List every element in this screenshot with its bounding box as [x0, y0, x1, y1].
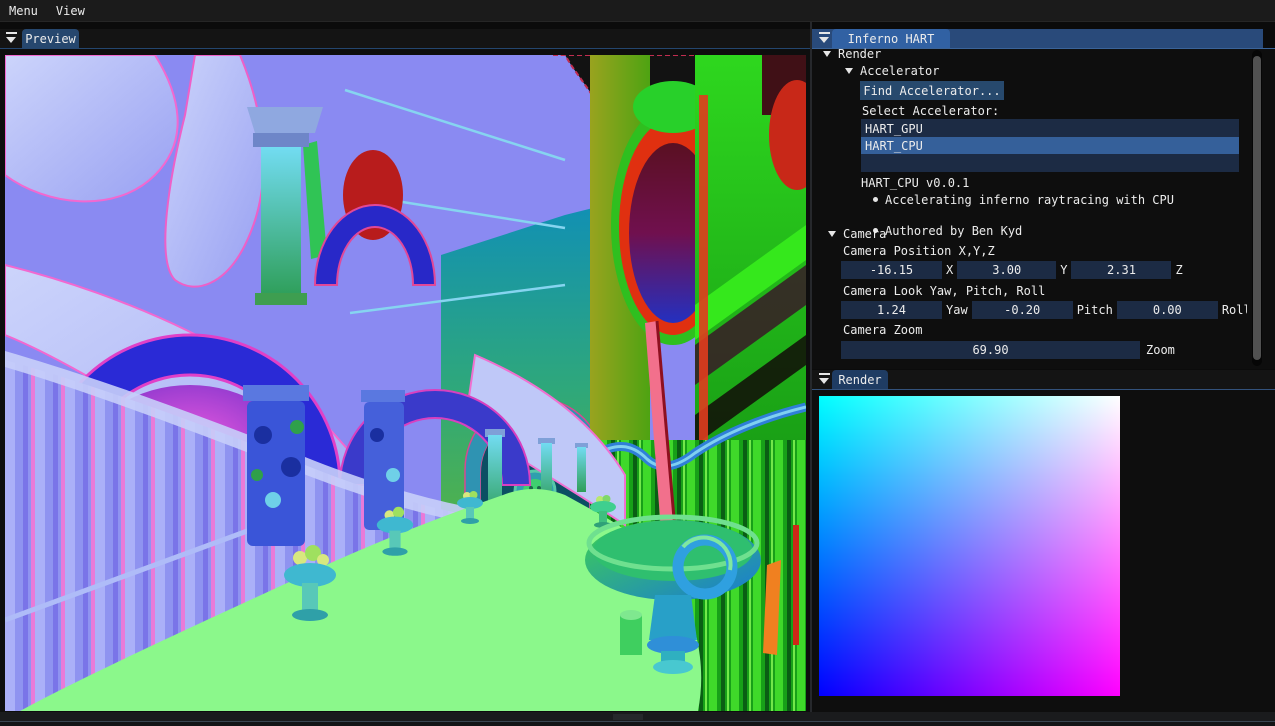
- render-output-image: [819, 396, 1120, 696]
- look-yaw-field[interactable]: 1.24: [841, 301, 942, 319]
- resize-grip[interactable]: [613, 714, 643, 720]
- preview-tabbar: [0, 29, 810, 48]
- find-accelerator-button[interactable]: Find Accelerator...: [860, 81, 1004, 100]
- camera-look-label: Camera Look Yaw, Pitch, Roll: [843, 284, 1045, 298]
- scrollbar-grabber[interactable]: [1253, 56, 1261, 360]
- window-menu-icon[interactable]: [5, 31, 18, 44]
- bullet-item: Authored by Ben Kyd: [872, 224, 1275, 238]
- tree-node-camera[interactable]: Camera: [828, 226, 886, 242]
- axis-label-z: Z: [1175, 263, 1182, 277]
- camera-zoom-row: 69.90 Zoom: [841, 341, 1247, 359]
- tab-render[interactable]: Render: [832, 370, 888, 389]
- window-menu-icon[interactable]: [818, 31, 831, 44]
- menu-bar: Menu View: [0, 0, 1275, 22]
- bullet-item: Accelerating inferno raytracing with CPU: [872, 193, 1275, 207]
- position-z-field[interactable]: 2.31: [1071, 261, 1171, 279]
- tab-preview[interactable]: Preview: [22, 29, 79, 48]
- accelerator-version-text: HART_CPU v0.0.1: [861, 176, 969, 190]
- camera-position-row: -16.15 X 3.00 Y 2.31 Z: [841, 261, 1247, 279]
- camera-look-row: 1.24 Yaw -0.20 Pitch 0.00 Roll: [841, 301, 1247, 319]
- menu-item-view[interactable]: View: [47, 0, 94, 22]
- look-pitch-field[interactable]: -0.20: [972, 301, 1073, 319]
- accelerator-listbox: HART_GPU HART_CPU: [861, 119, 1239, 172]
- axis-label-x: X: [946, 263, 953, 277]
- position-x-field[interactable]: -16.15: [841, 261, 942, 279]
- inspector-scrollbar[interactable]: [1252, 50, 1262, 366]
- camera-position-label: Camera Position X,Y,Z: [843, 244, 995, 258]
- select-accelerator-label: Select Accelerator:: [862, 104, 999, 118]
- list-item-hart-cpu[interactable]: HART_CPU: [861, 137, 1239, 154]
- zoom-field[interactable]: 69.90: [841, 341, 1140, 359]
- preview-viewport[interactable]: [5, 55, 806, 711]
- tree-node-render[interactable]: Render: [823, 46, 881, 62]
- axis-label-zoom: Zoom: [1146, 343, 1175, 357]
- menu-item-menu[interactable]: Menu: [0, 0, 47, 22]
- axis-label-yaw: Yaw: [946, 303, 968, 317]
- axis-label-pitch: Pitch: [1077, 303, 1113, 317]
- camera-zoom-label: Camera Zoom: [843, 323, 922, 337]
- look-roll-field[interactable]: 0.00: [1117, 301, 1218, 319]
- tree-node-accelerator[interactable]: Accelerator: [845, 63, 939, 79]
- list-item-hart-gpu[interactable]: HART_GPU: [861, 120, 1239, 137]
- position-y-field[interactable]: 3.00: [957, 261, 1056, 279]
- window-menu-icon[interactable]: [818, 372, 831, 385]
- chevron-down-icon: [823, 51, 831, 57]
- axis-label-roll: Roll: [1222, 303, 1247, 317]
- chevron-down-icon: [828, 231, 836, 237]
- chevron-down-icon: [845, 68, 853, 74]
- status-bar: [0, 712, 1275, 726]
- axis-label-y: Y: [1060, 263, 1067, 277]
